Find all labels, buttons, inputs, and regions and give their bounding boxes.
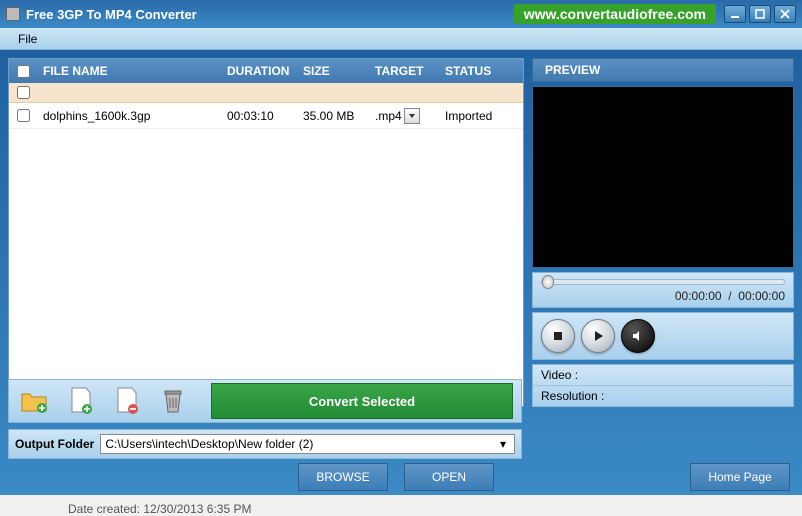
col-size: SIZE (303, 64, 375, 78)
action-toolbar: Convert Selected (8, 379, 522, 423)
output-folder-row: Output Folder C:\Users\intech\Desktop\Ne… (8, 429, 522, 459)
app-icon (6, 7, 20, 21)
table-body: dolphins_1600k.3gp 00:03:10 35.00 MB .mp… (9, 103, 523, 406)
col-status: STATUS (445, 64, 523, 78)
menu-bar: File (0, 28, 802, 50)
target-dropdown-button[interactable] (404, 108, 420, 124)
info-video-label: Video : (541, 368, 578, 382)
time-total: 00:00:00 (738, 289, 785, 303)
titlebar: Free 3GP To MP4 Converter www.convertaud… (0, 0, 802, 28)
media-info: Video : Resolution : (532, 364, 794, 407)
info-res-label: Resolution : (541, 389, 604, 403)
minimize-button[interactable] (724, 5, 746, 23)
select-all-row (9, 83, 523, 103)
website-badge: www.convertaudiofree.com (514, 4, 716, 24)
app-window: Free 3GP To MP4 Converter www.convertaud… (0, 0, 802, 495)
cell-size: 35.00 MB (303, 109, 375, 123)
maximize-button[interactable] (749, 5, 771, 23)
browse-button[interactable]: BROWSE (298, 463, 388, 491)
status-footer: Date created: 12/30/2013 6:35 PM (68, 502, 251, 516)
row-checkbox[interactable] (17, 109, 30, 122)
cell-status: Imported (445, 109, 523, 123)
home-page-button[interactable]: Home Page (690, 463, 790, 491)
remove-file-button[interactable] (109, 383, 145, 419)
preview-header: PREVIEW (532, 58, 794, 82)
table-header: FILE NAME DURATION SIZE TARGET STATUS (9, 59, 523, 83)
seek-area: 00:00:00 / 00:00:00 (532, 272, 794, 308)
playback-controls (532, 312, 794, 360)
delete-button[interactable] (155, 383, 191, 419)
output-folder-dropdown[interactable]: ▾ (496, 437, 510, 451)
menu-file[interactable]: File (10, 30, 45, 48)
convert-button[interactable]: Convert Selected (211, 383, 513, 419)
seek-slider[interactable] (541, 279, 785, 285)
header-checkbox[interactable] (17, 65, 30, 78)
preview-video-area (532, 86, 794, 268)
table-row[interactable]: dolphins_1600k.3gp 00:03:10 35.00 MB .mp… (9, 103, 523, 129)
seek-thumb[interactable] (542, 275, 554, 289)
cell-duration: 00:03:10 (227, 109, 303, 123)
volume-button[interactable] (621, 319, 655, 353)
output-folder-input[interactable]: C:\Users\intech\Desktop\New folder (2) ▾ (100, 434, 515, 454)
time-sep: / (728, 289, 731, 303)
time-elapsed: 00:00:00 (675, 289, 722, 303)
stop-button[interactable] (541, 319, 575, 353)
preview-panel: PREVIEW 00:00:00 / 00:00:00 Video (532, 58, 794, 407)
play-button[interactable] (581, 319, 615, 353)
cell-filename: dolphins_1600k.3gp (37, 109, 227, 123)
close-button[interactable] (774, 5, 796, 23)
select-all-checkbox[interactable] (17, 86, 30, 99)
add-folder-button[interactable] (17, 383, 53, 419)
col-filename: FILE NAME (37, 64, 227, 78)
open-button[interactable]: OPEN (404, 463, 494, 491)
add-file-button[interactable] (63, 383, 99, 419)
col-duration: DURATION (227, 64, 303, 78)
output-folder-value: C:\Users\intech\Desktop\New folder (2) (105, 437, 313, 451)
file-list-panel: FILE NAME DURATION SIZE TARGET STATUS do… (8, 58, 524, 407)
col-target: TARGET (375, 64, 445, 78)
bottom-button-row: BROWSE OPEN Home Page (0, 463, 802, 491)
cell-target: .mp4 (375, 109, 402, 123)
app-title: Free 3GP To MP4 Converter (26, 7, 197, 22)
output-folder-label: Output Folder (15, 437, 94, 451)
